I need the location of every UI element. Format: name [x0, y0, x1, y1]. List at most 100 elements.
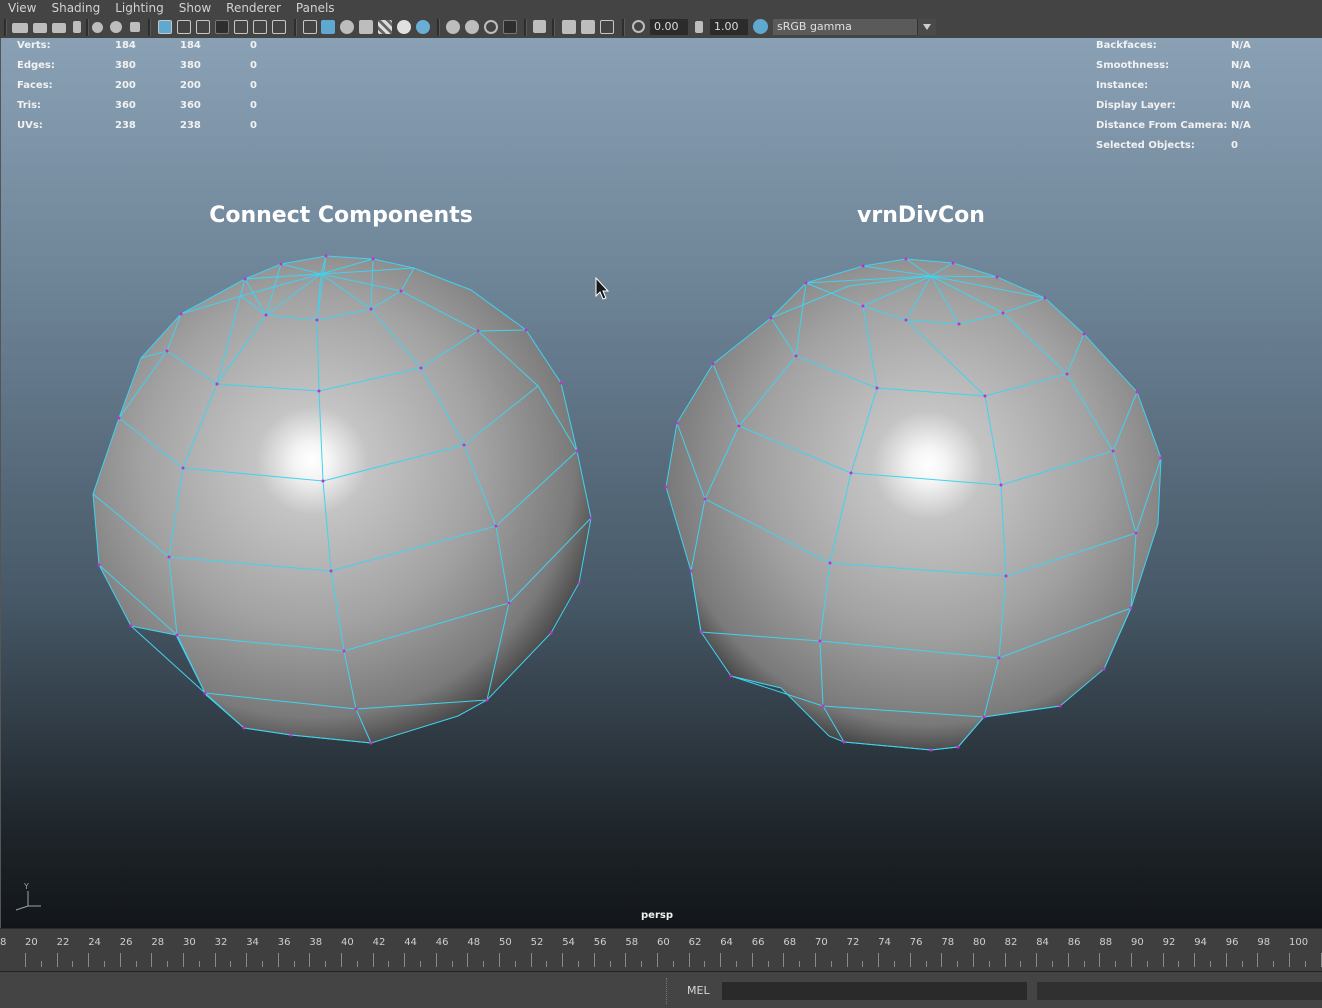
timeline-frame-label: 74 — [878, 937, 891, 948]
grease-pencil-icon[interactable] — [130, 22, 140, 32]
timeline-tick — [72, 961, 73, 967]
wireframe-icon[interactable] — [303, 20, 317, 34]
resolution-gate-icon[interactable] — [196, 20, 210, 34]
grid-icon[interactable] — [158, 20, 172, 34]
timeline-tick — [1068, 953, 1069, 967]
multisample-aa-icon[interactable] — [484, 20, 498, 34]
timeline-frame-label: 94 — [1194, 937, 1207, 948]
timeline-tick — [831, 961, 832, 967]
timeline-frame-label: 32 — [214, 937, 228, 948]
timeline-frame-label: 28 — [151, 937, 165, 948]
timeline-tick — [1036, 953, 1037, 967]
xray-icon[interactable] — [562, 20, 576, 34]
timeline-tick — [1226, 953, 1227, 967]
script-language-toggle[interactable]: MEL — [687, 984, 710, 997]
safe-action-icon[interactable] — [253, 20, 267, 34]
timeline-tick — [309, 953, 310, 967]
motion-blur-icon[interactable] — [465, 20, 479, 34]
timeline-tick — [1305, 961, 1306, 967]
xray-joints-icon[interactable] — [581, 20, 595, 34]
timeline-frame-label: 8 — [0, 937, 7, 948]
toolbar-separator — [524, 19, 527, 36]
timeline-tick — [1115, 961, 1116, 967]
timeline-frame-label: 20 — [25, 937, 38, 948]
timeline-tick — [167, 961, 168, 967]
timeline-frame-label: 40 — [341, 937, 354, 948]
timeline-frame-label: 92 — [1162, 937, 1176, 948]
axis-y-label: Y — [23, 882, 29, 891]
menu-panels[interactable]: Panels — [296, 0, 335, 17]
timeline-frame-label: 50 — [499, 937, 512, 948]
time-slider[interactable]: 8 20 22 24 26 28 30 32 34 36 38 40 42 44 46 48 50 52 54 56 5… — [0, 928, 1322, 972]
smooth-shade-icon[interactable] — [321, 20, 335, 34]
gamma-icon[interactable] — [695, 21, 703, 33]
timeline-tick — [641, 961, 642, 967]
bookmark-icon[interactable] — [73, 21, 81, 33]
menu-view[interactable]: View — [8, 0, 36, 17]
timeline-tick — [1242, 961, 1243, 967]
exposure-field[interactable]: 0.00 — [650, 19, 688, 35]
menu-lighting[interactable]: Lighting — [115, 0, 164, 17]
timeline-tick — [926, 961, 927, 967]
xray-active-icon[interactable] — [600, 20, 614, 34]
timeline-tick — [610, 961, 611, 967]
safe-title-icon[interactable] — [272, 20, 286, 34]
view-transform-dropdown[interactable]: sRGB gamma — [773, 19, 936, 35]
two-d-pan-zoom-icon[interactable] — [110, 21, 122, 33]
gamma-field[interactable]: 1.00 — [710, 19, 748, 35]
timeline-tick — [404, 953, 405, 967]
timeline-tick — [578, 961, 579, 967]
timeline-tick — [1257, 953, 1258, 967]
ambient-occlusion-icon[interactable] — [446, 20, 460, 34]
menu-show[interactable]: Show — [179, 0, 211, 17]
timeline-frame-label: 76 — [909, 937, 923, 948]
timeline-tick — [768, 961, 769, 967]
view-transform-value: sRGB gamma — [777, 20, 852, 33]
timeline-tick — [941, 953, 942, 967]
image-plane-icon[interactable] — [92, 22, 103, 33]
command-input[interactable] — [722, 982, 1027, 1000]
field-chart-icon[interactable] — [234, 20, 248, 34]
timeline-frame-label: 30 — [183, 937, 196, 948]
camera-attr-icon[interactable] — [33, 23, 47, 33]
axis-gizmo-icon — [15, 891, 41, 911]
depth-of-field-icon[interactable] — [503, 20, 517, 34]
drag-handle[interactable] — [666, 978, 669, 1004]
timeline-tick — [720, 953, 721, 967]
exposure-icon[interactable] — [632, 20, 645, 33]
default-material-icon[interactable] — [359, 20, 373, 34]
timeline-tick — [88, 953, 89, 967]
right-sphere-mesh[interactable] — [664, 257, 1163, 752]
timeline-tick — [483, 961, 484, 967]
timeline-tick — [594, 953, 595, 967]
camera-select-icon[interactable] — [12, 23, 28, 33]
left-sphere-mesh[interactable] — [92, 254, 593, 745]
timeline-tick — [1178, 961, 1179, 967]
timeline-frame-label: 24 — [88, 937, 101, 948]
timeline-tick — [1052, 961, 1053, 967]
timeline-frame-label: 96 — [1225, 937, 1239, 948]
timeline-frame-label: 26 — [119, 937, 133, 948]
textured-icon[interactable] — [378, 20, 392, 34]
toolbar-separator — [4, 19, 7, 36]
menu-shading[interactable]: Shading — [51, 0, 100, 17]
timeline-tick — [230, 961, 231, 967]
wireframe-on-shaded-icon[interactable] — [340, 20, 354, 34]
timeline-tick — [625, 953, 626, 967]
film-gate-icon[interactable] — [177, 20, 191, 34]
color-management-icon[interactable] — [753, 19, 768, 34]
timeline-frame-label: 48 — [467, 937, 481, 948]
isolate-select-icon[interactable] — [533, 20, 546, 33]
timeline-tick — [894, 961, 895, 967]
chevron-down-icon[interactable] — [917, 19, 936, 35]
gate-mask-icon[interactable] — [215, 20, 229, 34]
shadows-icon[interactable] — [416, 20, 430, 34]
camera-bookmark-icon[interactable] — [52, 23, 66, 33]
timeline-tick — [294, 961, 295, 967]
timeline-tick — [278, 953, 279, 967]
timeline-tick — [104, 961, 105, 967]
menu-renderer[interactable]: Renderer — [226, 0, 281, 17]
timeline-tick — [57, 953, 58, 967]
perspective-viewport[interactable]: Verts: 184 184 0 Edges: 380 380 0 Faces: 200 200… — [0, 38, 1322, 928]
lights-icon[interactable] — [397, 20, 411, 34]
